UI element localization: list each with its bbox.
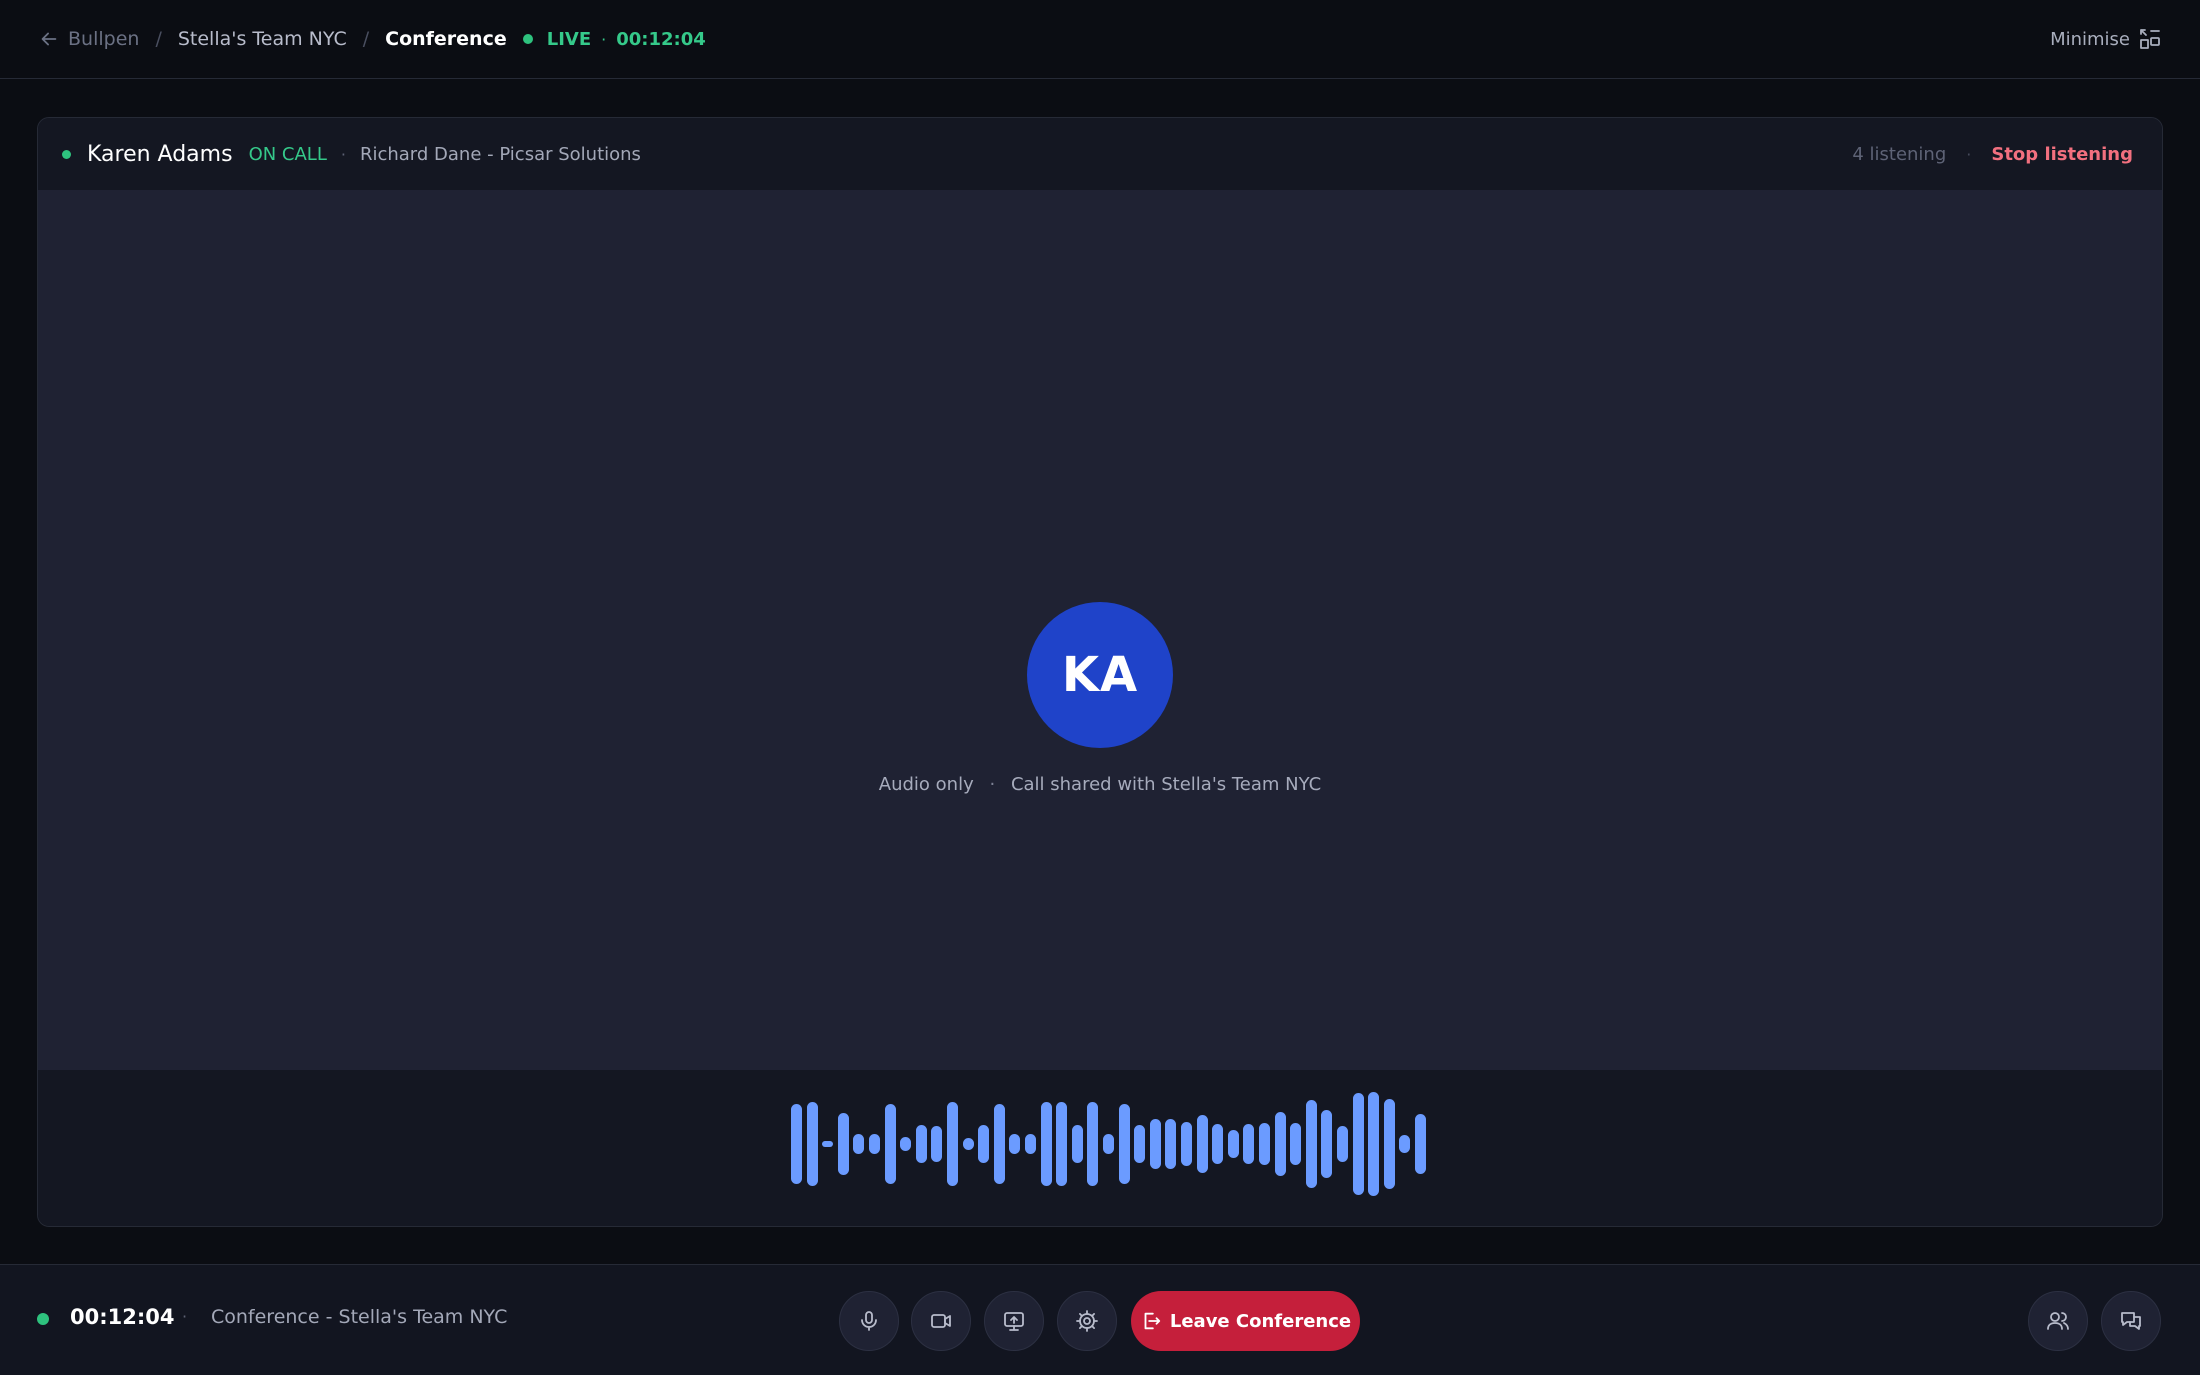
stop-listening-button[interactable]: Stop listening — [1991, 144, 2133, 165]
audio-waveform — [38, 1070, 2162, 1226]
waveform-panel — [38, 1070, 2162, 1226]
chat-icon — [2121, 1312, 2141, 1330]
caption-separator: · — [989, 774, 996, 795]
waveform-bar — [900, 1136, 912, 1152]
waveform-bar — [1165, 1119, 1177, 1169]
waveform-bar — [1415, 1113, 1426, 1175]
live-timer: 00:12:04 — [616, 28, 706, 50]
minimise-label: Minimise — [2050, 28, 2130, 50]
avatar: KA — [1027, 602, 1173, 748]
waveform-bar — [1149, 1119, 1161, 1169]
waveform-bar — [1383, 1099, 1395, 1189]
waveform-bar — [1196, 1114, 1208, 1174]
waveform-bar — [806, 1102, 818, 1186]
waveform-bar — [962, 1137, 974, 1151]
call-timer: 00:12:04 — [70, 1305, 175, 1329]
breadcrumb-separator: / — [362, 28, 370, 50]
waveform-bar — [931, 1126, 943, 1162]
breadcrumb-team-link[interactable]: Stella's Team NYC — [178, 28, 347, 50]
waveform-bar — [822, 1140, 834, 1148]
participants-icon — [2047, 1312, 2069, 1330]
bottom-bar: 00:12:04 · Conference - Stella's Team NY… — [0, 1264, 2200, 1375]
mute-button[interactable] — [839, 1291, 899, 1351]
video-camera-icon — [931, 1314, 951, 1328]
waveform-bar — [947, 1102, 958, 1186]
participants-button[interactable] — [2028, 1291, 2088, 1351]
minimise-button[interactable]: Minimise — [2050, 27, 2162, 51]
microphone-icon — [861, 1311, 877, 1331]
leave-conference-label: Leave Conference — [1169, 1310, 1352, 1332]
call-card: Karen Adams ON CALL · Richard Dane - Pic… — [37, 117, 2163, 1227]
contact-name: Richard Dane - Picsar Solutions — [359, 143, 641, 165]
waveform-bar — [1118, 1104, 1130, 1184]
waveform-bar — [1103, 1133, 1114, 1155]
waveform-bar — [993, 1104, 1005, 1184]
header-separator: · — [340, 144, 346, 164]
waveform-bar — [1352, 1093, 1364, 1195]
waveform-bar — [1399, 1134, 1411, 1154]
waveform-bar — [978, 1125, 990, 1163]
live-separator: · — [601, 29, 607, 49]
waveform-bar — [1274, 1111, 1286, 1177]
arrow-left-icon — [41, 32, 57, 46]
waveform-bar — [884, 1104, 896, 1184]
waveform-bar — [1243, 1124, 1255, 1164]
waveform-bar — [1337, 1126, 1348, 1162]
chat-button[interactable] — [2101, 1291, 2161, 1351]
live-indicator-dot — [522, 34, 533, 44]
waveform-bar — [1025, 1133, 1036, 1155]
waveform-bar — [1056, 1102, 1068, 1186]
conference-title: Conference - Stella's Team NYC — [211, 1306, 508, 1328]
waveform-bar — [1087, 1102, 1099, 1186]
header-separator: · — [1966, 144, 1972, 164]
waveform-bar — [1305, 1100, 1317, 1188]
breadcrumb-current: Conference — [385, 28, 507, 50]
top-bar: Bullpen / Stella's Team NYC / Conference… — [0, 0, 2200, 79]
waveform-bar — [1181, 1122, 1192, 1166]
call-header: Karen Adams ON CALL · Richard Dane - Pic… — [38, 118, 2162, 190]
call-status-dot — [62, 149, 71, 159]
waveform-bar — [1259, 1123, 1270, 1165]
caller-name: Karen Adams — [87, 141, 233, 167]
minimise-icon — [2140, 29, 2160, 49]
settings-button[interactable] — [1057, 1291, 1117, 1351]
audio-only-label: Audio only — [878, 774, 974, 795]
waveform-bar — [1071, 1125, 1083, 1163]
waveform-bar — [869, 1133, 880, 1155]
live-label: LIVE — [546, 28, 592, 50]
leave-conference-button[interactable]: Leave Conference — [1131, 1291, 1360, 1351]
waveform-bar — [1009, 1133, 1021, 1155]
video-button[interactable] — [911, 1291, 971, 1351]
gear-icon — [1076, 1310, 1098, 1332]
call-status-badge: ON CALL — [248, 143, 327, 165]
waveform-bar — [791, 1104, 802, 1184]
waveform-bar — [1290, 1123, 1302, 1165]
listener-count: 4 listening — [1852, 143, 1947, 165]
breadcrumb-back-link[interactable]: Bullpen — [38, 28, 139, 50]
waveform-bar — [915, 1125, 927, 1163]
waveform-bar — [1040, 1102, 1052, 1186]
stage-caption: Audio only · Call shared with Stella's T… — [38, 774, 2162, 795]
call-active-dot — [37, 1313, 49, 1325]
waveform-bar — [1227, 1130, 1239, 1158]
waveform-bar — [1134, 1125, 1146, 1163]
breadcrumb-separator: / — [155, 28, 162, 50]
breadcrumb-back-label: Bullpen — [68, 28, 140, 50]
shared-with-label: Call shared with Stella's Team NYC — [1010, 774, 1322, 795]
waveform-bar — [837, 1112, 849, 1176]
waveform-bar — [1321, 1109, 1333, 1179]
share-screen-button[interactable] — [984, 1291, 1044, 1351]
waveform-bar — [1368, 1092, 1380, 1196]
waveform-bar — [1212, 1124, 1224, 1164]
breadcrumb: Bullpen / Stella's Team NYC / Conference… — [38, 28, 706, 50]
call-stage: KA Audio only · Call shared with Stella'… — [38, 190, 2162, 1070]
leave-door-icon — [1144, 1312, 1161, 1330]
waveform-bar — [853, 1133, 865, 1155]
bottom-separator: · — [182, 1307, 188, 1326]
screen-share-icon — [1004, 1312, 1024, 1331]
